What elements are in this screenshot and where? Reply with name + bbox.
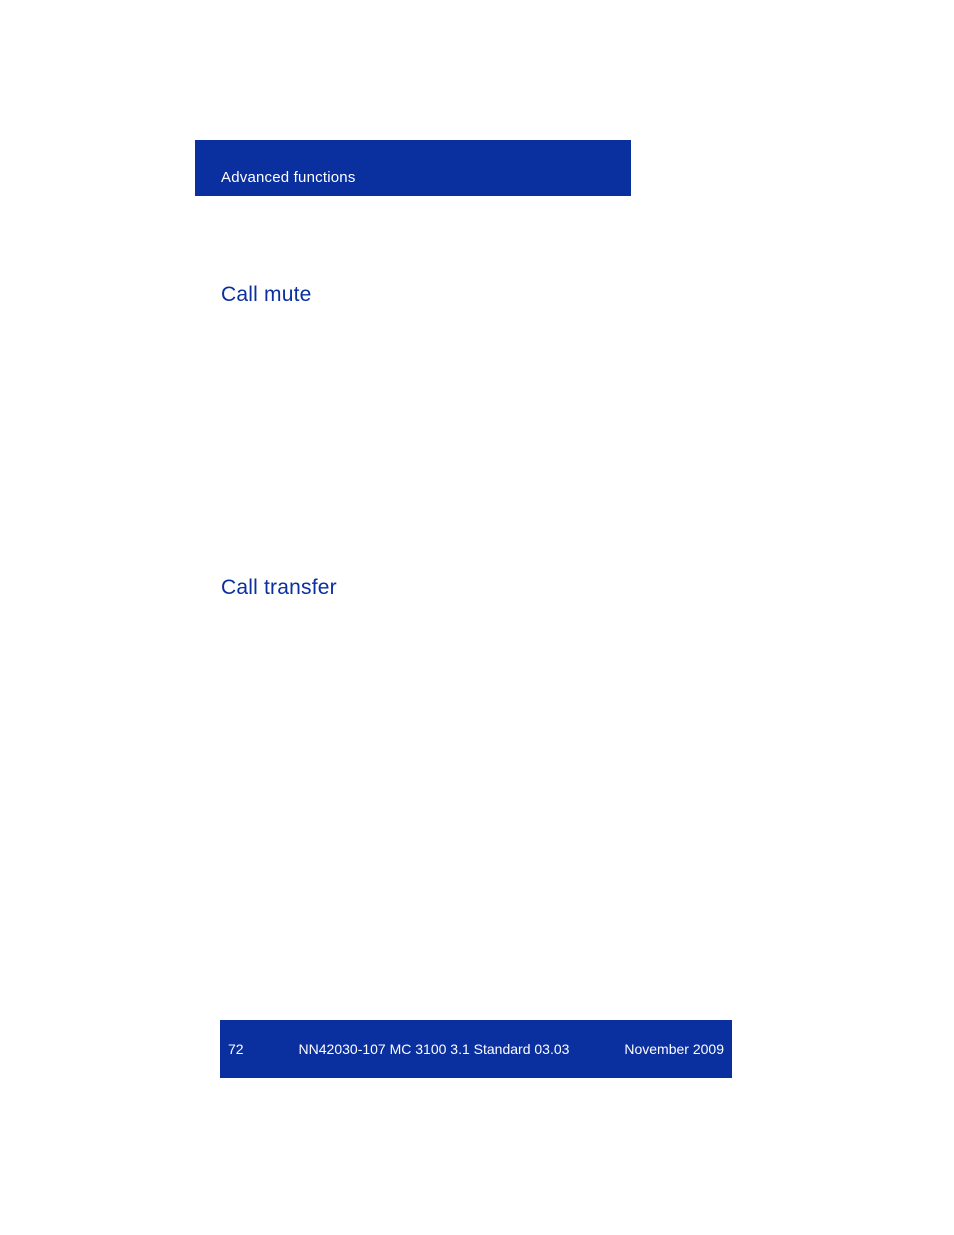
footer-bar: 72 NN42030-107 MC 3100 3.1 Standard 03.0… [220, 1020, 732, 1078]
document-page: Advanced functions Call mute Call transf… [0, 0, 954, 1235]
header-section-title: Advanced functions [221, 169, 356, 186]
section-heading-call-mute: Call mute [221, 283, 312, 307]
footer-page-number: 72 [228, 1041, 244, 1057]
header-bar: Advanced functions [195, 140, 631, 196]
section-heading-call-transfer: Call transfer [221, 576, 337, 600]
footer-doc-id: NN42030-107 MC 3100 3.1 Standard 03.03 [244, 1041, 625, 1057]
footer-date: November 2009 [624, 1041, 724, 1057]
